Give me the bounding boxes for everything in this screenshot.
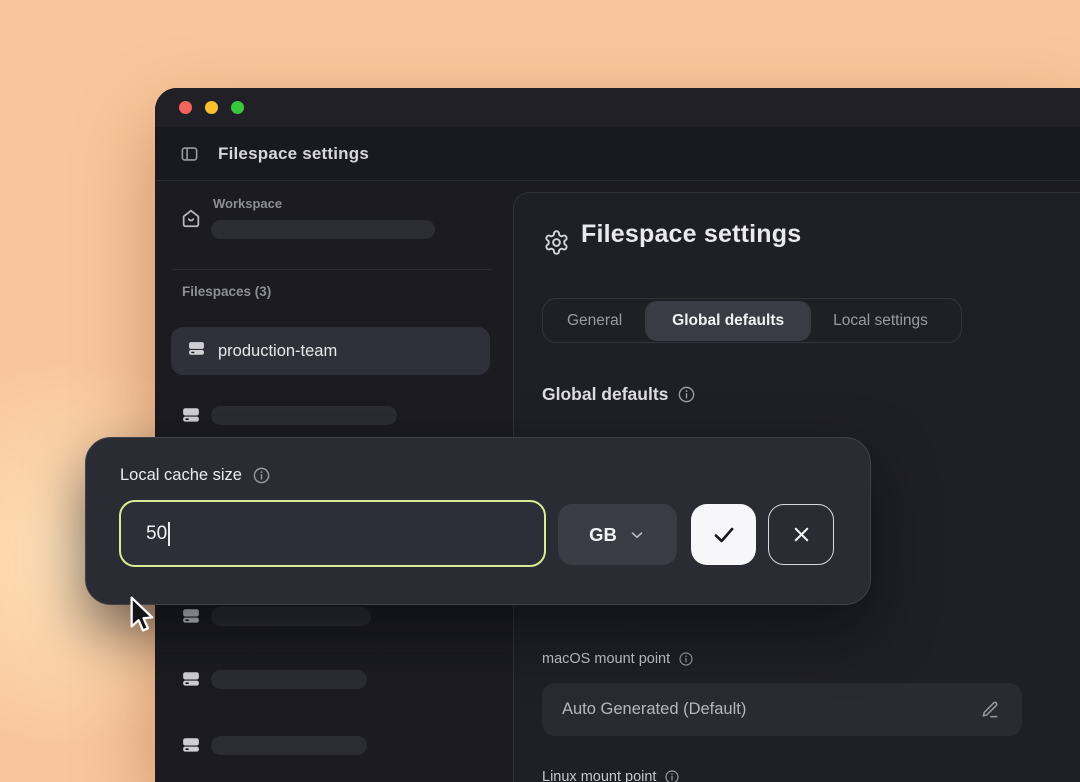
skeleton-bar xyxy=(211,670,367,689)
skeleton-bar xyxy=(211,406,397,425)
zoom-window-button[interactable] xyxy=(231,101,244,114)
filespace-name: production-team xyxy=(218,342,337,361)
page-title: Filespace settings xyxy=(581,220,801,249)
skeleton-bar xyxy=(211,607,371,626)
drive-icon xyxy=(182,406,200,429)
tab-local-settings[interactable]: Local settings xyxy=(833,312,928,330)
window-drag-area xyxy=(155,88,1080,127)
tab-general[interactable]: General xyxy=(567,312,622,330)
unit-value: GB xyxy=(589,524,617,546)
chevron-down-icon xyxy=(628,526,646,544)
tab-bar: General Global defaults Local settings xyxy=(542,298,962,343)
gear-icon xyxy=(543,229,570,261)
filespaces-section-label: Filespaces (3) xyxy=(182,284,271,299)
titlebar: Filespace settings xyxy=(155,127,1080,181)
cache-size-value: 50 xyxy=(146,523,167,545)
info-icon[interactable] xyxy=(252,466,271,485)
confirm-button[interactable] xyxy=(691,504,756,565)
sidebar-item-production-team[interactable]: production-team xyxy=(171,327,490,375)
workspace-section-label: Workspace xyxy=(213,196,282,211)
desktop-background: Filespace settings Workspace Filespaces … xyxy=(0,0,1080,782)
mouse-cursor xyxy=(124,595,158,640)
drive-icon xyxy=(182,670,200,693)
window-title: Filespace settings xyxy=(218,144,369,164)
close-icon xyxy=(790,523,813,546)
tab-global-defaults[interactable]: Global defaults xyxy=(645,301,811,341)
section-heading: Global defaults xyxy=(542,384,696,405)
unit-dropdown[interactable]: GB xyxy=(558,504,677,565)
drive-icon xyxy=(182,736,200,759)
cache-size-input[interactable]: 50 xyxy=(119,500,546,567)
local-cache-size-popover: Local cache size 50 GB xyxy=(85,437,871,605)
text-caret xyxy=(168,522,170,546)
drive-icon xyxy=(188,340,205,362)
workspace-home-icon xyxy=(180,207,202,234)
check-icon xyxy=(711,522,737,548)
linux-mount-label: Linux mount point xyxy=(542,769,680,782)
close-window-button[interactable] xyxy=(179,101,192,114)
sidebar-toggle-icon[interactable] xyxy=(180,144,199,163)
sidebar-divider xyxy=(172,269,492,270)
edit-pencil-icon[interactable] xyxy=(980,700,1000,720)
app-window: Filespace settings Workspace Filespaces … xyxy=(155,88,1080,782)
info-icon[interactable] xyxy=(664,769,680,782)
macos-mount-value: Auto Generated (Default) xyxy=(562,700,746,719)
minimize-window-button[interactable] xyxy=(205,101,218,114)
info-icon[interactable] xyxy=(678,651,694,667)
info-icon[interactable] xyxy=(677,385,696,404)
skeleton-bar xyxy=(211,736,367,755)
section-title: Global defaults xyxy=(542,384,668,405)
macos-mount-field[interactable]: Auto Generated (Default) xyxy=(542,683,1022,736)
macos-mount-label: macOS mount point xyxy=(542,651,694,667)
drive-icon xyxy=(182,607,200,630)
cancel-button[interactable] xyxy=(768,504,834,565)
workspace-name-skeleton xyxy=(211,220,435,239)
local-cache-size-label: Local cache size xyxy=(120,466,271,485)
